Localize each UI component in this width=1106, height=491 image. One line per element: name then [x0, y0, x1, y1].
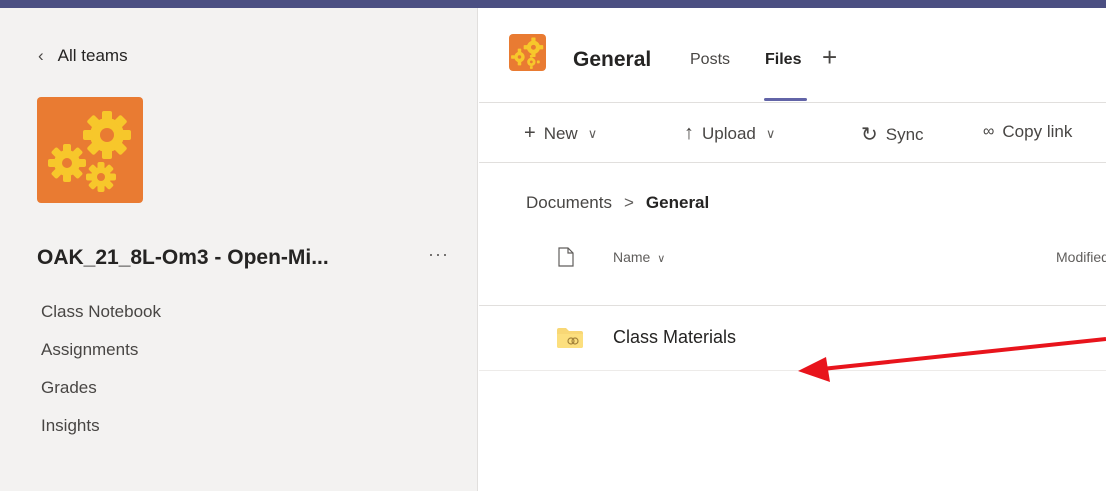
nav-item-insights[interactable]: Insights — [41, 407, 161, 445]
all-teams-label: All teams — [57, 46, 128, 65]
channel-header: General Posts Files + — [479, 8, 1106, 103]
document-icon — [558, 247, 574, 267]
copy-link-label: Copy link — [1002, 122, 1073, 141]
upload-label: Upload — [702, 123, 756, 143]
sync-icon: ↻ — [861, 124, 878, 146]
upload-button[interactable]: ↑ Upload ∨ — [684, 122, 775, 145]
folder-icon — [557, 328, 583, 348]
sync-label: Sync — [885, 124, 924, 144]
active-tab-indicator — [764, 98, 807, 101]
channel-title: General — [573, 48, 652, 71]
sync-button[interactable]: ↻ Sync — [861, 122, 924, 147]
team-sidebar: ‹ All teams OAK_21_8L-Om3 - Open-Mi... ·… — [0, 8, 478, 491]
new-label: New — [543, 123, 578, 143]
copy-link-button[interactable]: ∞ Copy link — [983, 122, 1072, 142]
plus-icon: + — [524, 122, 536, 144]
tab-files[interactable]: Files — [765, 51, 801, 69]
modified-column-header[interactable]: Modified — [1056, 249, 1106, 265]
app-top-bar — [0, 0, 1106, 8]
upload-icon: ↑ — [684, 122, 694, 144]
chevron-left-icon: ‹ — [38, 46, 44, 65]
team-logo — [37, 97, 143, 203]
tab-posts[interactable]: Posts — [690, 51, 730, 69]
chevron-down-icon: ∨ — [765, 125, 776, 141]
gears-icon — [511, 37, 544, 69]
nav-item-class-notebook[interactable]: Class Notebook — [41, 293, 161, 331]
team-name: OAK_21_8L-Om3 - Open-Mi... — [37, 246, 329, 269]
channel-logo — [509, 34, 546, 71]
nav-item-grades[interactable]: Grades — [41, 369, 161, 407]
breadcrumb-current: General — [645, 193, 710, 212]
file-name[interactable]: Class Materials — [613, 327, 736, 348]
breadcrumb-documents[interactable]: Documents — [526, 193, 612, 213]
gears-icon — [48, 111, 131, 192]
file-list-header: Name ∨ Modified — [479, 245, 1106, 306]
more-options-button[interactable]: ··· — [428, 244, 449, 265]
nav-item-assignments[interactable]: Assignments — [41, 331, 161, 369]
name-column-header[interactable]: Name ∨ — [613, 249, 665, 265]
channel-main: General Posts Files + + New ∨ ↑ Upload ∨… — [479, 8, 1106, 491]
add-tab-button[interactable]: + — [822, 42, 837, 73]
table-row[interactable]: Class Materials — [479, 306, 1106, 371]
files-toolbar: + New ∨ ↑ Upload ∨ ↻ Sync ∞ Copy link — [479, 103, 1106, 163]
breadcrumb-separator: > — [623, 193, 634, 212]
name-column-label: Name — [613, 249, 651, 265]
breadcrumb: Documents > General — [526, 193, 709, 213]
all-teams-link[interactable]: ‹ All teams — [38, 46, 128, 66]
chevron-down-icon: ∨ — [587, 125, 598, 141]
team-nav: Class Notebook Assignments Grades Insigh… — [41, 293, 161, 445]
chevron-down-icon: ∨ — [657, 253, 666, 265]
link-icon: ∞ — [983, 123, 995, 140]
new-button[interactable]: + New ∨ — [524, 122, 597, 145]
